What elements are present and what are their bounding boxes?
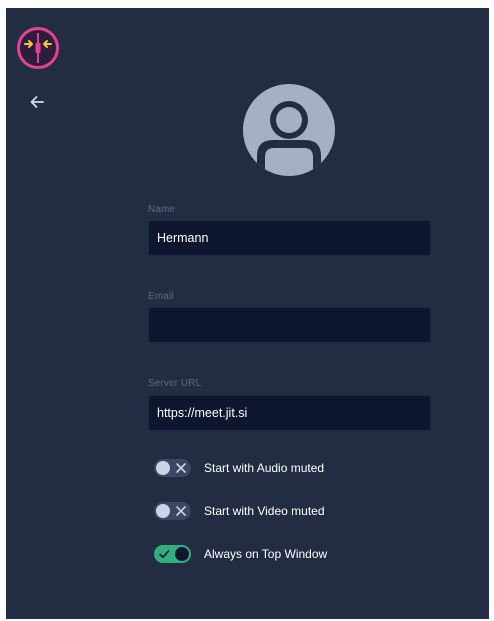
arrow-left-icon — [30, 96, 44, 108]
toggle-knob — [156, 504, 170, 518]
video-muted-label: Start with Video muted — [204, 504, 325, 518]
toggle-knob — [175, 547, 189, 561]
checkmark-icon — [159, 550, 170, 558]
name-label: Name — [148, 204, 176, 215]
always-on-top-label: Always on Top Window — [204, 547, 328, 561]
video-muted-toggle-row[interactable]: Start with Video muted — [154, 502, 325, 520]
always-on-top-toggle-row[interactable]: Always on Top Window — [154, 545, 327, 563]
close-icon — [176, 506, 186, 516]
server-url-input[interactable] — [148, 395, 431, 431]
audio-muted-toggle-row[interactable]: Start with Audio muted — [154, 459, 324, 477]
jitsi-meet-logo-icon[interactable] — [16, 26, 60, 70]
user-avatar-icon — [243, 84, 335, 176]
name-input[interactable] — [148, 220, 431, 256]
email-label: Email — [148, 291, 174, 302]
server-url-label: Server URL — [148, 378, 202, 389]
close-icon — [176, 463, 186, 473]
audio-muted-toggle[interactable] — [154, 459, 191, 477]
settings-window: Name Email Server URL Start with Audio m… — [6, 8, 489, 619]
audio-muted-label: Start with Audio muted — [204, 461, 325, 475]
toggle-knob — [156, 461, 170, 475]
video-muted-toggle[interactable] — [154, 502, 191, 520]
email-input[interactable] — [148, 307, 431, 343]
back-button[interactable] — [26, 91, 48, 113]
always-on-top-toggle[interactable] — [154, 545, 191, 563]
